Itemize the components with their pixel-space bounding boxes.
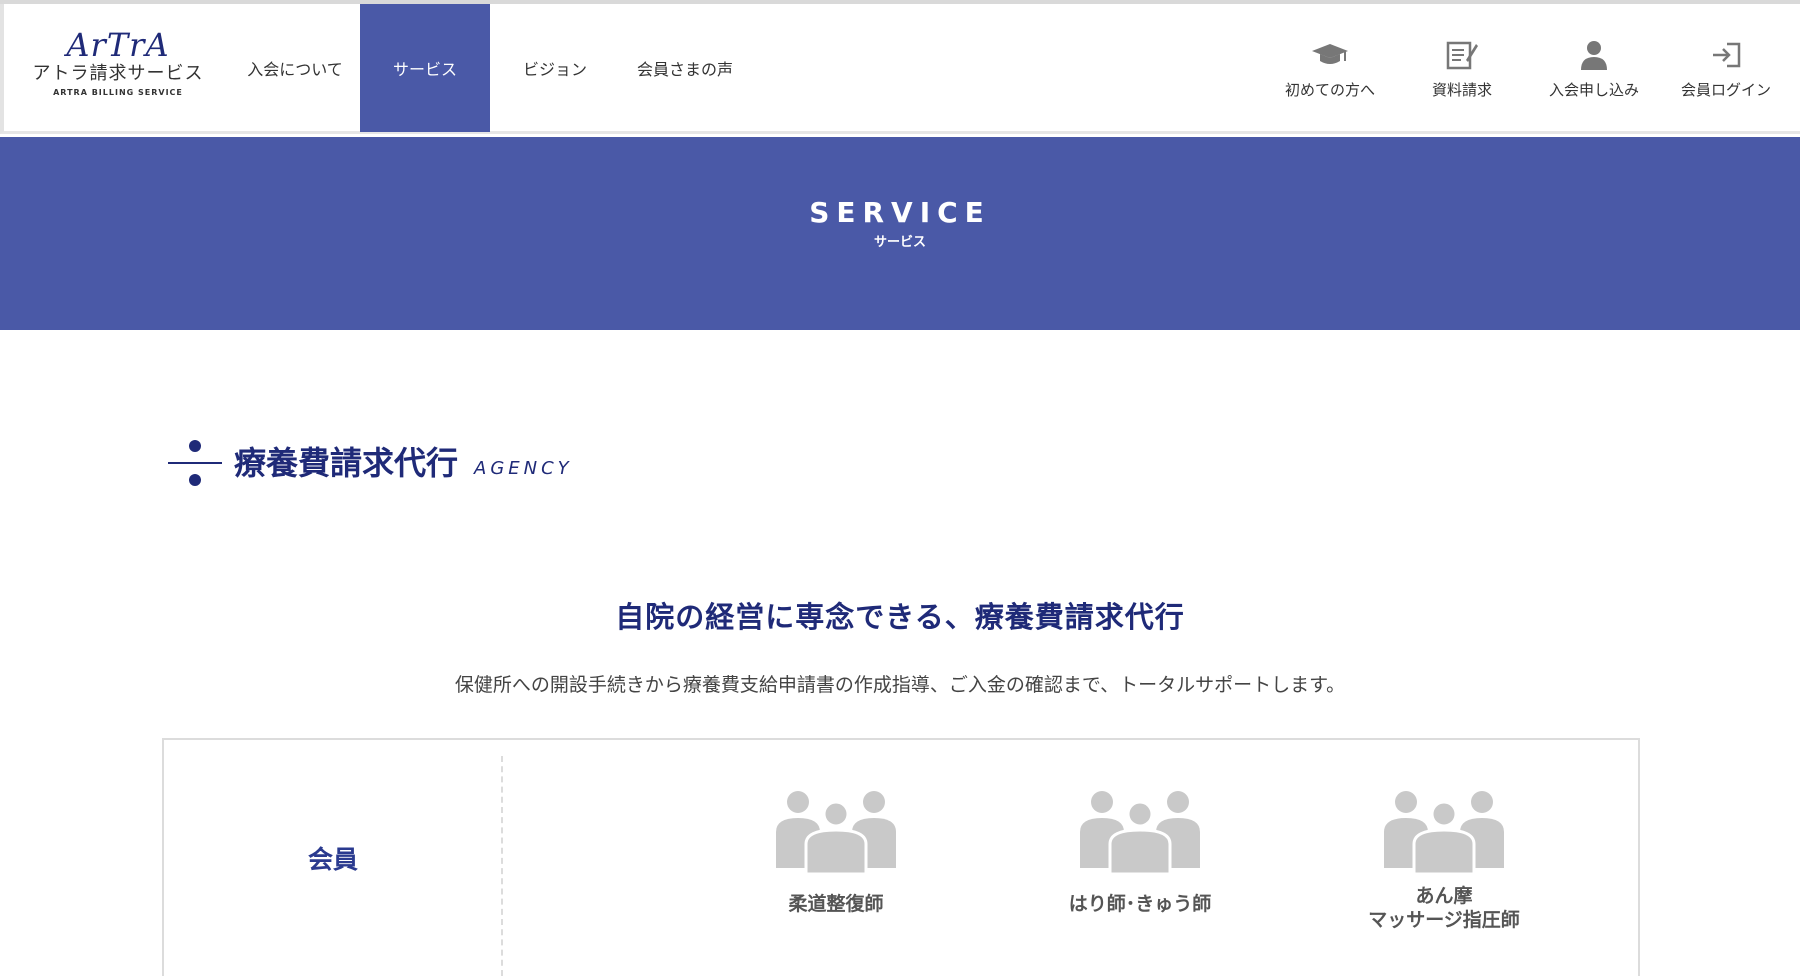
- site-logo[interactable]: ArTrA アトラ請求サービス ARTRA BILLING SERVICE: [32, 28, 204, 108]
- members-label: 会員: [307, 845, 358, 874]
- nav-item-vision[interactable]: ビジョン: [490, 4, 620, 132]
- util-first-time-label: 初めての方へ: [1284, 80, 1375, 99]
- member-name: あん摩 マッサージ指圧師: [1368, 884, 1520, 932]
- hero-subtitle: サービス: [873, 235, 926, 250]
- member-name: はり師･きゅう師: [1068, 893, 1212, 915]
- site-header: ArTrA アトラ請求サービス ARTRA BILLING SERVICE 入会…: [0, 4, 1800, 134]
- util-request-documents[interactable]: 資料請求: [1396, 4, 1528, 132]
- util-member-login-label: 会員ログイン: [1680, 80, 1771, 99]
- util-request-documents-label: 資料請求: [1431, 80, 1492, 99]
- member-name-line1: あん摩: [1415, 885, 1473, 907]
- section-title: 療養費請求代行: [234, 444, 459, 482]
- lead-headline: 自院の経営に専念できる、療養費請求代行: [615, 600, 1185, 634]
- nav-item-voices[interactable]: 会員さまの声: [620, 4, 750, 132]
- main-nav: 入会について サービス ビジョン 会員さまの声: [230, 4, 750, 132]
- logo-mark: ArTrA: [66, 26, 170, 64]
- members-list: 柔道整復師 はり師･きゅう師 あん摩 マッサージ指圧師: [684, 790, 1596, 932]
- members-panel: 会員 柔道整復師 はり師･きゅう師 あん摩 マッサージ指圧師: [162, 738, 1640, 976]
- logo-japanese-name: アトラ請求サービス: [32, 63, 204, 84]
- page-hero: SERVICE サービス: [0, 137, 1800, 330]
- nav-item-service[interactable]: サービス: [360, 4, 490, 132]
- util-apply-label: 入会申し込み: [1548, 80, 1639, 99]
- divide-icon: [168, 436, 222, 490]
- hero-title: SERVICE: [809, 196, 991, 229]
- user-icon: [1574, 37, 1614, 73]
- util-apply[interactable]: 入会申し込み: [1528, 4, 1660, 132]
- login-icon: [1706, 37, 1746, 73]
- member-item-acupuncturist: はり師･きゅう師: [988, 790, 1292, 932]
- util-member-login[interactable]: 会員ログイン: [1660, 4, 1792, 132]
- member-name-line2: マッサージ指圧師: [1368, 909, 1520, 931]
- group-icon: [776, 791, 896, 874]
- section-title-en: AGENCY: [474, 457, 573, 479]
- member-item-judo-therapist: 柔道整復師: [684, 790, 988, 932]
- member-name: 柔道整復師: [788, 893, 884, 915]
- graduation-cap-icon: [1310, 37, 1350, 73]
- members-divider: [501, 756, 503, 976]
- lead-description: 保健所への開設手続きから療養費支給申請書の作成指導、ご入金の確認まで、トータルサ…: [454, 674, 1346, 696]
- logo-english-name: ARTRA BILLING SERVICE: [53, 88, 183, 97]
- group-icon: [1384, 791, 1504, 874]
- util-first-time[interactable]: 初めての方へ: [1264, 4, 1396, 132]
- group-icon: [1080, 791, 1200, 874]
- member-item-massage-therapist: あん摩 マッサージ指圧師: [1292, 790, 1596, 932]
- document-pen-icon: [1442, 37, 1482, 73]
- utility-nav: 初めての方へ 資料請求 入会申し込み 会員ログイン: [1264, 4, 1792, 132]
- section-heading: 療養費請求代行 AGENCY: [168, 436, 573, 490]
- nav-item-membership[interactable]: 入会について: [230, 4, 360, 132]
